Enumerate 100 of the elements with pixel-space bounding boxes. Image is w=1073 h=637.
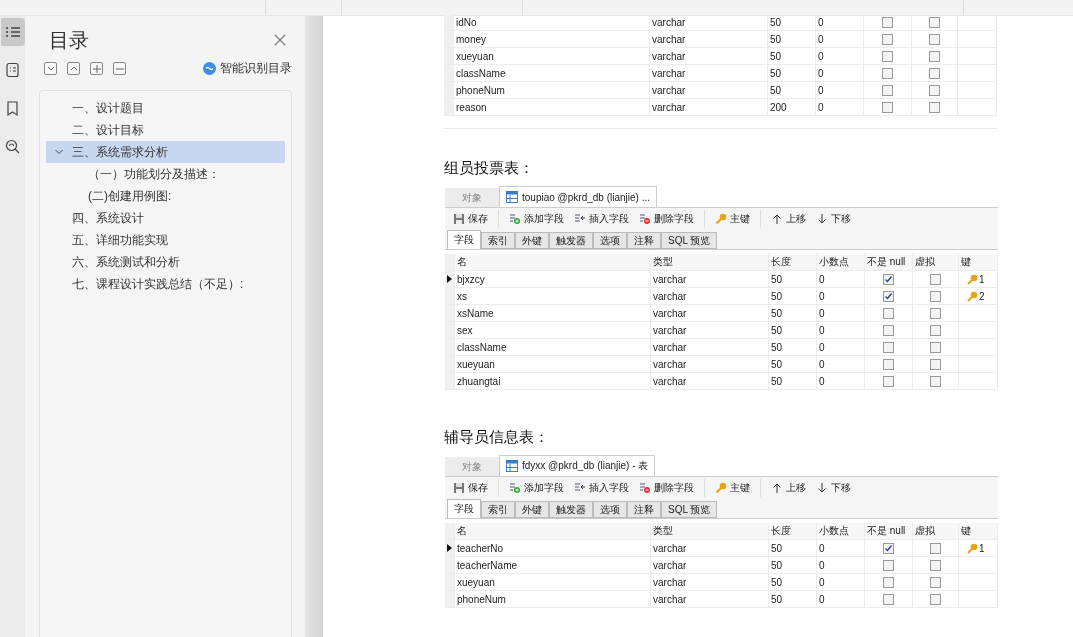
table-cell: 0 [817, 574, 865, 590]
tab[interactable]: 字段 [447, 499, 481, 518]
checkbox[interactable] [883, 559, 894, 571]
outline-item[interactable]: 二、设计目标 [46, 119, 285, 141]
column-header: 类型 [651, 254, 769, 270]
current-row-icon [447, 544, 452, 552]
checkbox[interactable] [930, 559, 941, 571]
table-cell: varchar [651, 288, 769, 304]
key-button[interactable]: 主键 [711, 478, 754, 498]
table-cell: varchar [651, 591, 769, 607]
table-cell: 0 [817, 540, 865, 556]
checkbox[interactable] [929, 16, 940, 28]
add-button[interactable]: 添加字段 [505, 478, 568, 498]
save-button[interactable]: 保存 [449, 478, 492, 498]
checkbox[interactable] [882, 33, 893, 45]
column-header: 不是 null [865, 254, 913, 270]
smart-toc-button[interactable]: 智能识别目录 [203, 59, 292, 77]
table-tab[interactable]: toupiao @pkrd_db (lianjie) ... [499, 186, 657, 207]
table-cell: 50 [769, 356, 817, 372]
tab[interactable]: 选项 [593, 501, 627, 518]
checkbox[interactable] [930, 290, 941, 302]
checkbox[interactable] [930, 576, 941, 588]
outline-item[interactable]: 五、详细功能实现 [46, 229, 285, 251]
checkbox[interactable] [930, 341, 941, 353]
table-cell: varchar [650, 48, 768, 64]
checkbox[interactable] [929, 67, 940, 79]
minus-button[interactable] [113, 61, 126, 75]
checkbox[interactable] [883, 290, 894, 302]
checkbox[interactable] [882, 16, 893, 28]
down-button[interactable]: 下移 [812, 478, 855, 498]
checkbox[interactable] [929, 33, 940, 45]
checkbox[interactable] [930, 358, 941, 370]
checkbox[interactable] [929, 84, 940, 96]
outline-item[interactable]: 六、系统测试和分析 [46, 251, 285, 273]
table-tab[interactable]: fdyxx @pkrd_db (lianjie) - 表 [499, 455, 656, 476]
chevron-up-button[interactable] [67, 61, 80, 75]
save-button[interactable]: 保存 [449, 209, 492, 229]
tab[interactable]: 触发器 [549, 501, 593, 518]
chevron-down-button[interactable] [44, 61, 57, 75]
column-header: 键 [959, 523, 998, 539]
down-button[interactable]: 下移 [812, 209, 855, 229]
checkbox[interactable] [930, 593, 941, 605]
tab[interactable]: 注释 [627, 232, 661, 249]
checkbox[interactable] [929, 101, 940, 113]
table-cell: varchar [650, 82, 768, 98]
add-button[interactable]: 添加字段 [505, 209, 568, 229]
tab[interactable]: 字段 [447, 230, 481, 249]
checkbox[interactable] [882, 101, 893, 113]
delete-button[interactable]: 删除字段 [635, 478, 698, 498]
insert-button[interactable]: 插入字段 [570, 209, 633, 229]
plus-button[interactable] [90, 61, 103, 75]
ai-icon [203, 61, 216, 75]
checkbox[interactable] [929, 50, 940, 62]
table-cell: teacherName [455, 557, 651, 573]
checkbox[interactable] [930, 542, 941, 554]
checkbox[interactable] [883, 324, 894, 336]
chevron-down-icon[interactable] [54, 147, 64, 157]
checkbox[interactable] [883, 593, 894, 605]
outline-item[interactable]: 四、系统设计 [46, 207, 285, 229]
list-tab[interactable] [0, 18, 25, 46]
table-cell: 0 [816, 99, 864, 115]
checkbox[interactable] [930, 375, 941, 387]
tab[interactable]: 外键 [515, 232, 549, 249]
tab[interactable]: 索引 [481, 232, 515, 249]
checkbox[interactable] [883, 576, 894, 588]
up-button[interactable]: 上移 [767, 209, 810, 229]
outline-item[interactable]: 七、课程设计实践总结（不足）: [46, 273, 285, 295]
checkbox[interactable] [930, 324, 941, 336]
up-button[interactable]: 上移 [767, 478, 810, 498]
checkbox[interactable] [930, 307, 941, 319]
checkbox[interactable] [883, 307, 894, 319]
outline-item[interactable]: 一、设计题目 [46, 97, 285, 119]
checkbox[interactable] [883, 542, 894, 554]
table-cell: 0 [817, 591, 865, 607]
tab[interactable]: 触发器 [549, 232, 593, 249]
table-cell: 50 [769, 305, 817, 321]
tab[interactable]: 注释 [627, 501, 661, 518]
tab[interactable]: 外键 [515, 501, 549, 518]
key-button[interactable]: 主键 [711, 209, 754, 229]
tab[interactable]: 选项 [593, 232, 627, 249]
tab[interactable]: SQL 预览 [661, 232, 718, 249]
checkbox[interactable] [930, 273, 941, 285]
checkbox[interactable] [882, 50, 893, 62]
tab[interactable]: SQL 预览 [661, 501, 718, 518]
checkbox[interactable] [883, 358, 894, 370]
insert-button[interactable]: 插入字段 [570, 478, 633, 498]
checkbox[interactable] [882, 67, 893, 79]
checkbox[interactable] [883, 375, 894, 387]
delete-button[interactable]: 删除字段 [635, 209, 698, 229]
checkbox[interactable] [883, 341, 894, 353]
tab[interactable]: 索引 [481, 501, 515, 518]
close-button[interactable] [274, 34, 286, 46]
table-cell: 0 [816, 82, 864, 98]
column-header: 名 [455, 523, 651, 539]
outline-item[interactable]: 三、系统需求分析 [46, 141, 285, 163]
table-cell: varchar [651, 373, 769, 389]
checkbox[interactable] [882, 84, 893, 96]
outline-item[interactable]: （一）功能划分及描述： [46, 163, 285, 185]
outline-item[interactable]: (二)创建用例图: [46, 185, 285, 207]
checkbox[interactable] [883, 273, 894, 285]
